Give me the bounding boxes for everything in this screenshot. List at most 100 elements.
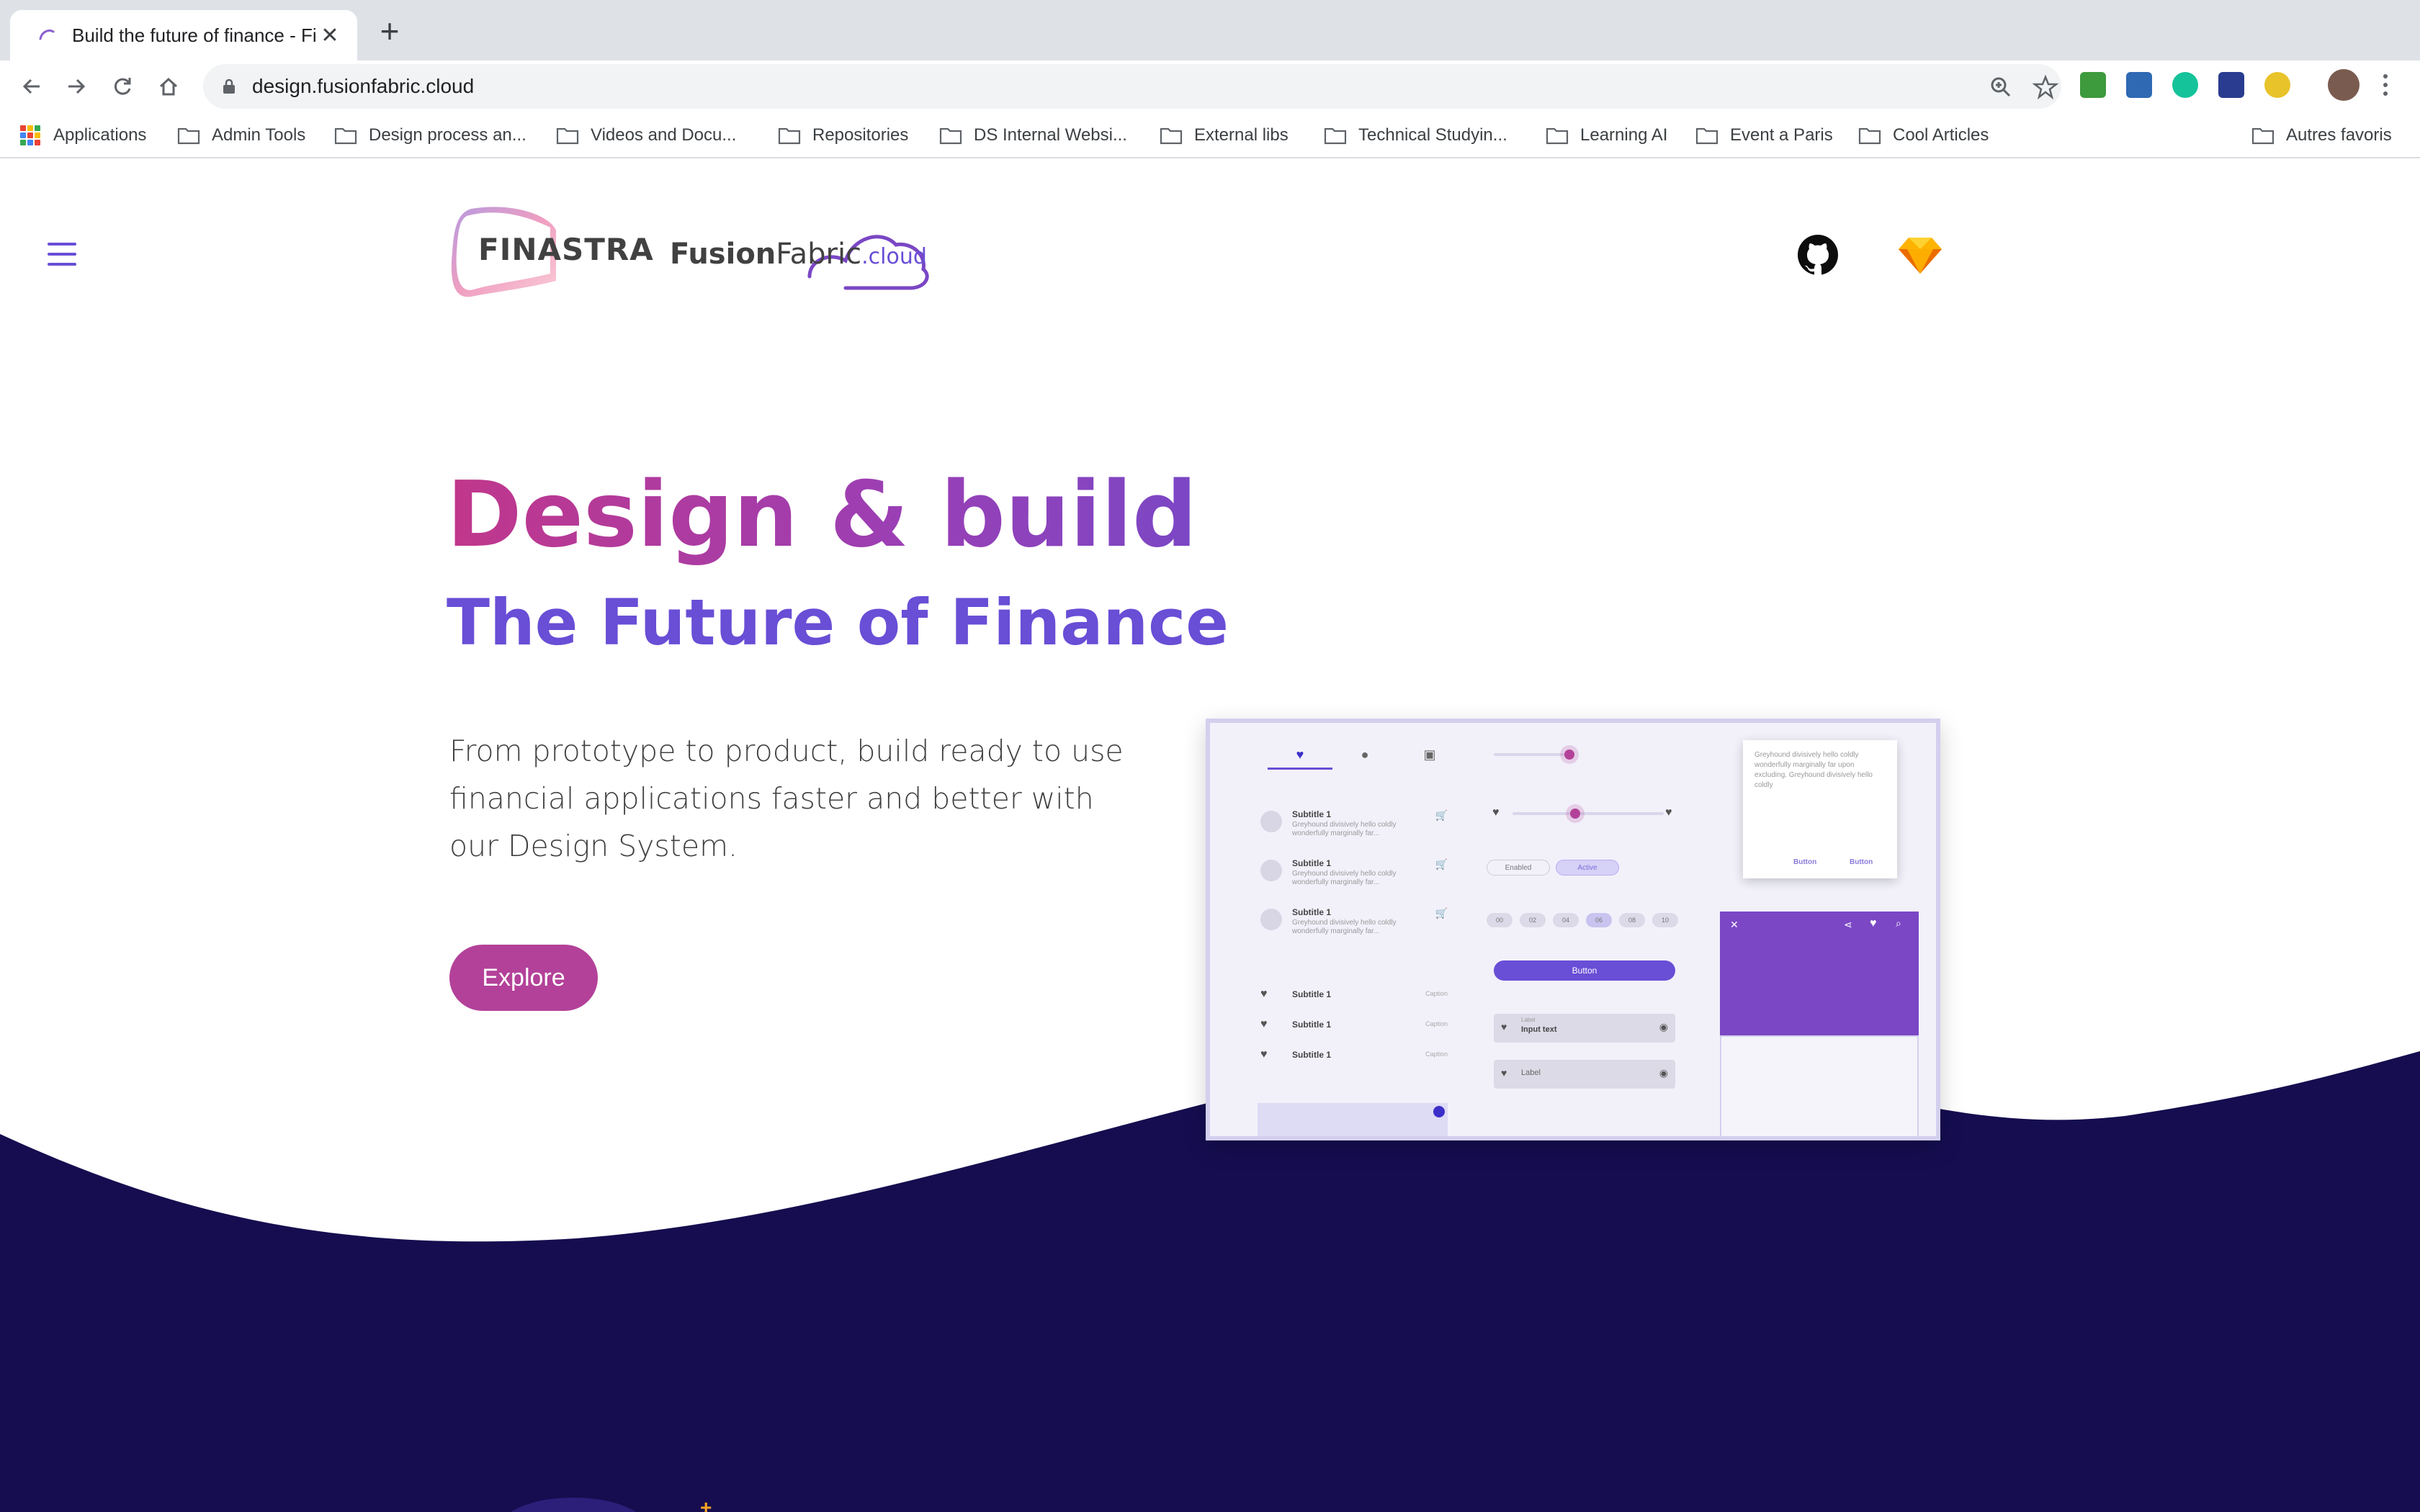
star-icon[interactable] [2033,74,2058,100]
back-arrow-icon [22,78,40,94]
mock-heart-icon: ♥ [1870,917,1877,930]
bookmark-folder[interactable]: Admin Tools [177,121,305,150]
mock-input-field: ♥ Label ◉ [1494,1060,1675,1089]
bookmark-folder[interactable]: Repositories [778,121,908,150]
mock-heart-icon: ♥ [1501,1067,1507,1079]
mock-row-title: Subtitle 1 [1292,989,1332,999]
bookmark-label: Technical Studyin... [1358,125,1507,145]
zoom-icon[interactable] [1988,74,2014,100]
bookmarks-bar: Applications Admin Tools Design process … [0,112,2420,158]
mock-row-caption: Caption [1425,1050,1448,1058]
mock-card-button: Button [1793,858,1817,866]
mock-heart-icon: ♥ [1492,806,1500,819]
mock-avatar [1260,811,1282,832]
forward-arrow-icon [68,78,86,94]
bookmark-folder[interactable]: Videos and Docu... [556,121,736,150]
tab-close-icon[interactable]: ✕ [317,23,343,48]
folder-icon [1695,127,1718,145]
mock-app-bar: ✕ ⋖ ♥ ⌕ [1720,912,1919,1035]
menu-kebab-icon[interactable] [2380,72,2391,98]
mock-list-item: Subtitle 1 Greyhound divisively hello co… [1260,906,1448,949]
forward-button[interactable] [60,71,92,102]
folder-icon [1160,127,1183,145]
bookmark-applications[interactable]: Applications [20,121,146,150]
mock-range-slider [1512,812,1664,815]
tab-title: Build the future of finance - Fin [72,24,317,46]
bookmark-folder[interactable]: Technical Studyin... [1324,121,1507,150]
folder-icon [334,127,357,145]
mock-eye-icon: ◉ [1659,1021,1668,1032]
mock-page-chip: 04 [1553,913,1579,927]
mock-chip-active: Active [1556,860,1619,876]
reload-icon [114,78,131,95]
logo-fabric: Fabric [776,238,862,271]
sketch-icon[interactable] [1899,236,1942,274]
bookmark-label: External libs [1194,125,1289,145]
bookmark-label: Cool Articles [1893,125,1989,145]
og-icon[interactable] [2218,72,2244,98]
bookmark-folder[interactable]: Design process an... [334,121,526,150]
mock-row-caption: Caption [1425,990,1448,997]
bookmark-folder[interactable]: External libs [1160,121,1289,150]
mock-list-item: Subtitle 1 Greyhound divisively hello co… [1260,808,1448,851]
bookmark-folder[interactable]: Event a Paris [1695,121,1833,150]
mock-tabs: ♥ ● ▣ [1268,747,1455,770]
browser-tab[interactable]: Build the future of finance - Fin ✕ [10,10,357,60]
mock-slider [1494,753,1573,756]
profile-avatar[interactable] [2328,69,2360,101]
mock-card-button: Button [1850,858,1873,866]
mock-chip-enabled: Enabled [1487,860,1550,876]
home-icon [159,77,178,96]
mock-row-title: Subtitle 1 [1292,1050,1332,1060]
address-bar[interactable]: design.fusionfabric.cloud [203,64,2061,109]
apps-grid-icon [20,125,40,145]
mock-avatar [1260,860,1282,881]
mock-close-icon: ✕ [1730,919,1739,930]
screenshot-icon[interactable] [2126,72,2152,98]
home-button[interactable] [153,71,184,102]
mock-row: ♥ Subtitle 1 Caption [1260,1018,1448,1032]
back-button[interactable] [16,71,48,102]
hero-subtitle: The Future of Finance [447,585,1229,660]
mock-account-icon: ● [1361,747,1369,762]
bookmark-folder[interactable]: Learning AI [1546,121,1667,150]
mock-input-value: Input text [1521,1025,1557,1034]
finastra-logo[interactable]: FINASTRA [449,202,654,300]
fusionfabric-logo[interactable]: FusionFabric.cloud [666,216,932,295]
bookmark-folder[interactable]: Cool Articles [1858,121,1989,150]
evernote-icon[interactable] [2080,72,2106,98]
logo-cloud: .cloud [861,244,927,269]
mock-app-body [1720,1035,1919,1136]
menu-icon[interactable] [48,243,76,266]
bookmark-label: Repositories [812,125,909,145]
mock-item-body: Greyhound divisively hello coldly wonder… [1292,919,1397,935]
hero-title: Design & build [447,462,1198,567]
mock-cart-icon: 🛒 [1435,858,1448,870]
github-icon[interactable] [1796,233,1839,276]
url-text: design.fusionfabric.cloud [252,75,475,97]
mock-item-title: Subtitle 1 [1292,907,1332,917]
new-tab-button[interactable]: + [375,14,405,48]
reload-button[interactable] [107,71,138,102]
folder-icon [1858,127,1881,145]
mock-heart-icon: ♥ [1260,1018,1268,1030]
bookmark-folder[interactable]: DS Internal Websi... [939,121,1127,150]
mock-row-title: Subtitle 1 [1292,1020,1332,1030]
finastra-wordmark: FINASTRA [478,232,654,267]
explore-button[interactable]: Explore [449,945,598,1011]
mock-row-caption: Caption [1425,1020,1448,1027]
mock-item-body: Greyhound divisively hello coldly wonder… [1292,870,1397,886]
favicon-icon [39,29,55,40]
night-mode-icon[interactable] [2264,72,2290,98]
mock-slider-knob [1570,809,1580,819]
grammarly-icon[interactable] [2172,72,2198,98]
bookmark-label: Event a Paris [1730,125,1833,145]
mock-heart-icon: ♥ [1665,806,1672,819]
mock-button: Button [1494,960,1675,981]
bookmark-other-favorites[interactable]: Autres favoris [2251,121,2392,150]
mock-calendar-icon: ▣ [1423,747,1436,762]
mock-page-chip: 06 [1586,913,1612,927]
mock-row: ♥ Subtitle 1 Caption [1260,1048,1448,1063]
mock-page-chip: 10 [1652,913,1678,927]
mock-input-label: Label [1521,1068,1541,1077]
